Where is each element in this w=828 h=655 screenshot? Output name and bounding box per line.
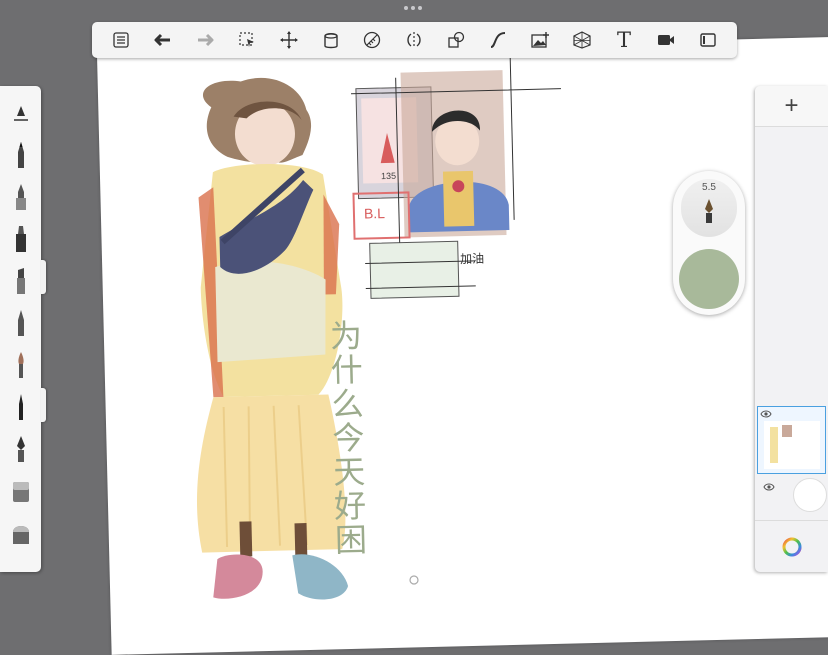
color-editor-button[interactable]	[755, 520, 828, 573]
layer-preview	[764, 421, 820, 469]
main-toolbar: T	[92, 22, 737, 58]
fine-pen-icon[interactable]	[3, 386, 39, 428]
svg-text:B.L: B.L	[364, 205, 386, 222]
fill-icon[interactable]	[317, 26, 345, 54]
eye-icon[interactable]	[763, 482, 775, 492]
svg-text:加油: 加油	[460, 252, 484, 267]
fountain-pen-icon[interactable]	[3, 428, 39, 470]
layer-thumbnail-artwork[interactable]	[757, 406, 826, 474]
undo-icon[interactable]	[149, 26, 177, 54]
brush-size-value: 5.5	[702, 182, 716, 193]
time-lapse-icon[interactable]	[652, 26, 680, 54]
svg-text:135: 135	[381, 171, 396, 181]
soft-eraser-icon[interactable]	[3, 512, 39, 554]
ballpoint-pen-icon[interactable]	[3, 302, 39, 344]
chisel-marker-icon[interactable]	[3, 260, 39, 302]
drawing-canvas[interactable]: 135 B.L 加油 为什么今天好困	[97, 36, 828, 655]
svg-text:为什么今天好困: 为什么今天好困	[325, 319, 369, 558]
add-layer-button[interactable]: +	[755, 86, 828, 127]
transform-icon[interactable]	[275, 26, 303, 54]
inking-pen-icon[interactable]	[3, 176, 39, 218]
pencil-icon[interactable]	[3, 134, 39, 176]
eraser-icon[interactable]	[3, 470, 39, 512]
marker-icon[interactable]	[3, 218, 39, 260]
palette-drag-handle[interactable]	[41, 388, 46, 422]
add-image-icon[interactable]	[526, 26, 554, 54]
layer-panel: +	[755, 86, 828, 572]
paintbrush-icon[interactable]	[3, 344, 39, 386]
multitasking-dots[interactable]	[404, 6, 424, 12]
fullscreen-icon[interactable]	[694, 26, 722, 54]
layer-blend-button[interactable]	[793, 478, 827, 512]
color-wheel-icon	[782, 537, 801, 557]
text-tool-icon[interactable]: T	[610, 26, 638, 54]
selection-icon[interactable]	[233, 26, 261, 54]
curve-icon[interactable]	[484, 26, 512, 54]
shapes-icon[interactable]	[442, 26, 470, 54]
layer-thumbnail-blank[interactable]	[757, 478, 827, 512]
brush-puck[interactable]: 5.5	[673, 171, 745, 315]
perspective-icon[interactable]	[568, 26, 596, 54]
brush-properties-icon[interactable]	[3, 92, 39, 134]
eye-icon[interactable]	[760, 409, 772, 419]
canvas-rotate-icon[interactable]	[408, 574, 420, 586]
current-color-swatch[interactable]	[679, 249, 739, 309]
ruler-icon[interactable]	[358, 26, 386, 54]
palette-drag-handle[interactable]	[41, 260, 46, 294]
symmetry-icon[interactable]	[400, 26, 428, 54]
artwork: 135 B.L 加油 为什么今天好困	[196, 54, 561, 600]
fountain-pen-icon	[705, 199, 713, 223]
brush-size-control[interactable]: 5.5	[681, 179, 737, 237]
plus-icon: +	[784, 92, 799, 119]
list-icon[interactable]	[107, 26, 135, 54]
brush-palette	[0, 86, 41, 572]
redo-icon[interactable]	[191, 26, 219, 54]
